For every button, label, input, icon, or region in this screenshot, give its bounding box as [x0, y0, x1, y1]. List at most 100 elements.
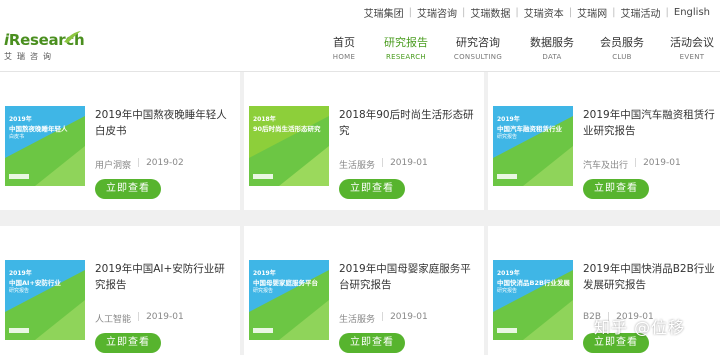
report-cover[interactable]: 2019年 中国快消品B2B行业发展 研究报告: [493, 260, 573, 340]
report-card[interactable]: 2019年 中国AI+安防行业 研究报告 2019年中国AI+安防行业研究报告 …: [0, 226, 240, 355]
top-link-capital[interactable]: 艾瑞资本: [524, 5, 564, 20]
nav-label: 数据服务: [530, 36, 574, 49]
report-cover[interactable]: 2018年 90后时尚生活形态研究: [249, 106, 329, 186]
cover-title: 中国快消品B2B行业发展: [497, 279, 570, 287]
report-category: 人工智能: [95, 315, 132, 325]
nav-sublabel: CLUB: [612, 53, 632, 61]
cover-logo: [9, 174, 29, 179]
cover-title: 中国熬夜晚睡年轻人: [9, 125, 68, 133]
report-title[interactable]: 2019年中国AI+安防行业研究报告: [95, 261, 235, 293]
iresearch-logo[interactable]: iResearch 艾瑞咨询: [4, 31, 85, 69]
main-header: iResearch 艾瑞咨询 首页 HOME 研究报告 RESEARCH 研究咨…: [0, 24, 720, 72]
nav-sublabel: EVENT: [679, 53, 705, 61]
separator: |: [612, 7, 616, 18]
report-meta: 用户洞察 | 2019-02: [95, 158, 184, 171]
cover-year: 2019年: [497, 116, 520, 123]
cover-subtitle: 研究报告: [497, 288, 518, 294]
nav-sublabel: RESEARCH: [385, 53, 426, 61]
nav-sublabel: CONSULTING: [453, 53, 503, 61]
nav-label: 会员服务: [600, 36, 644, 49]
separator: |: [381, 312, 385, 322]
cover-subtitle: 研究报告: [9, 288, 30, 294]
nav-club[interactable]: 会员服务 CLUB: [594, 34, 650, 61]
report-meta: 生活服务 | 2019-01: [339, 312, 428, 325]
report-category: 汽车及出行: [583, 161, 629, 171]
cover-title: 90后时尚生活形态研究: [253, 125, 321, 133]
report-cover[interactable]: 2019年 中国汽车融资租赁行业 研究报告: [493, 106, 573, 186]
cover-logo: [497, 174, 517, 179]
view-report-button[interactable]: 立即查看: [339, 333, 405, 353]
zhihu-watermark: 知乎 @位移: [594, 318, 686, 337]
cover-subtitle: 研究报告: [497, 134, 518, 140]
separator: |: [665, 7, 669, 18]
report-card[interactable]: 2019年 中国母婴家庭服务平台 研究报告 2019年中国母婴家庭服务平台研究报…: [244, 226, 484, 355]
top-link-consulting[interactable]: 艾瑞咨询: [417, 5, 457, 20]
top-link-english[interactable]: English: [674, 7, 710, 18]
report-title[interactable]: 2018年90后时尚生活形态研究: [339, 107, 479, 139]
separator: |: [634, 158, 638, 168]
nav-label: 首页: [333, 36, 355, 49]
cover-title: 中国母婴家庭服务平台: [253, 279, 318, 287]
top-link-group[interactable]: 艾瑞集团: [364, 5, 404, 20]
view-report-button[interactable]: 立即查看: [95, 179, 161, 199]
report-category: 生活服务: [339, 161, 376, 171]
report-title[interactable]: 2019年中国汽车融资租赁行业研究报告: [583, 107, 720, 139]
report-card[interactable]: 2019年 中国汽车融资租赁行业 研究报告 2019年中国汽车融资租赁行业研究报…: [488, 72, 720, 210]
nav-data[interactable]: 数据服务 DATA: [524, 34, 580, 61]
view-report-button[interactable]: 立即查看: [95, 333, 161, 353]
report-category: 生活服务: [339, 315, 376, 325]
cover-year: 2019年: [9, 116, 32, 123]
top-link-events[interactable]: 艾瑞活动: [621, 5, 661, 20]
report-category: 用户洞察: [95, 161, 132, 171]
view-report-button[interactable]: 立即查看: [583, 179, 649, 199]
cover-subtitle: 白皮书: [9, 134, 25, 140]
nav-label: 研究咨询: [456, 36, 500, 49]
report-date: 2019-01: [146, 312, 184, 322]
report-cover[interactable]: 2019年 中国母婴家庭服务平台 研究报告: [249, 260, 329, 340]
top-link-data[interactable]: 艾瑞数据: [470, 5, 510, 20]
nav-sublabel: HOME: [332, 53, 356, 61]
top-links: 艾瑞集团 | 艾瑞咨询 | 艾瑞数据 | 艾瑞资本 | 艾瑞网 | 艾瑞活动 | Engli…: [364, 5, 710, 20]
cover-logo: [497, 328, 517, 333]
separator: |: [381, 158, 385, 168]
report-cover[interactable]: 2019年 中国熬夜晚睡年轻人 白皮书: [5, 106, 85, 186]
report-date: 2019-01: [643, 158, 681, 168]
cover-title: 中国汽车融资租赁行业: [497, 125, 562, 133]
view-report-button[interactable]: 立即查看: [339, 179, 405, 199]
cover-logo: [253, 328, 273, 333]
report-title[interactable]: 2019年中国熬夜晚睡年轻人白皮书: [95, 107, 235, 139]
report-title[interactable]: 2019年中国快消品B2B行业发展研究报告: [583, 261, 720, 293]
cover-subtitle: 研究报告: [253, 288, 274, 294]
nav-label: 活动会议: [670, 36, 714, 49]
separator: |: [408, 7, 413, 18]
separator: |: [568, 7, 573, 18]
cover-logo: [9, 328, 29, 333]
nav-event[interactable]: 活动会议 EVENT: [664, 34, 720, 61]
report-title[interactable]: 2019年中国母婴家庭服务平台研究报告: [339, 261, 479, 293]
report-cover[interactable]: 2019年 中国AI+安防行业 研究报告: [5, 260, 85, 340]
main-nav: 首页 HOME 研究报告 RESEARCH 研究咨询 CONSULTING 数据…: [320, 34, 720, 64]
nav-label: 研究报告: [384, 36, 428, 49]
cover-title: 中国AI+安防行业: [9, 279, 61, 287]
nav-consulting[interactable]: 研究咨询 CONSULTING: [448, 34, 508, 61]
top-link-net[interactable]: 艾瑞网: [577, 5, 607, 20]
cover-year: 2019年: [253, 270, 276, 277]
report-date: 2019-01: [390, 158, 428, 168]
report-meta: 人工智能 | 2019-01: [95, 312, 184, 325]
report-meta: 汽车及出行 | 2019-01: [583, 158, 681, 171]
report-card[interactable]: 2018年 90后时尚生活形态研究 2018年90后时尚生活形态研究 生活服务 |…: [244, 72, 484, 210]
separator: |: [137, 312, 141, 322]
report-date: 2019-01: [390, 312, 428, 322]
cover-year: 2019年: [497, 270, 520, 277]
nav-sublabel: DATA: [542, 53, 562, 61]
report-meta: 生活服务 | 2019-01: [339, 158, 428, 171]
separator: |: [515, 7, 519, 18]
report-card[interactable]: 2019年 中国熬夜晚睡年轻人 白皮书 2019年中国熬夜晚睡年轻人白皮书 用户…: [0, 72, 240, 210]
cover-logo: [253, 174, 273, 179]
nav-research[interactable]: 研究报告 RESEARCH: [378, 34, 434, 61]
cover-year: 2019年: [9, 270, 32, 277]
top-bar: 艾瑞集团 | 艾瑞咨询 | 艾瑞数据 | 艾瑞资本 | 艾瑞网 | 艾瑞活动 | Engli…: [0, 0, 720, 24]
nav-home[interactable]: 首页 HOME: [322, 34, 366, 61]
report-date: 2019-02: [146, 158, 184, 168]
separator: |: [462, 7, 466, 18]
